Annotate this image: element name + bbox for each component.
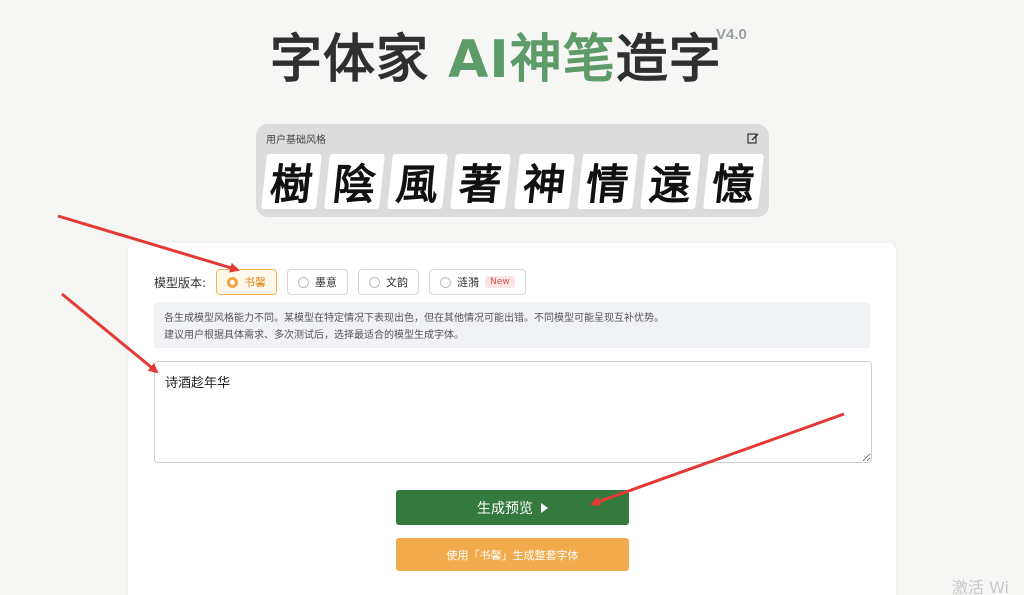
radio-selected-icon (227, 276, 239, 288)
edit-icon[interactable] (747, 132, 759, 144)
model-version-row: 模型版本: 书馨 墨意 文韵 涟漪 New (154, 269, 526, 295)
glyph-tile: 陰 (324, 154, 386, 209)
new-badge: New (485, 276, 515, 288)
model-option-label: 涟漪 (457, 276, 480, 289)
windows-activation-watermark: 激活 Wi (952, 578, 1010, 595)
model-option-label: 墨意 (315, 276, 338, 289)
glyph-tile: 神 (513, 154, 575, 209)
generate-full-font-label: 使用「书馨」生成整套字体 (446, 548, 579, 562)
note-line-1: 各生成模型风格能力不同。某模型在特定情况下表现出色，但在其他情况可能出错。不同模… (164, 313, 664, 324)
radio-icon (369, 276, 381, 288)
model-option-lianyi[interactable]: 涟漪 New (429, 269, 526, 295)
model-option-moyi[interactable]: 墨意 (287, 269, 349, 295)
model-note: 各生成模型风格能力不同。某模型在特定情况下表现出色，但在其他情况可能出错。不同模… (154, 302, 870, 348)
note-line-2: 建议用户根据具体需求、多次测试后，选择最适合的模型生成字体。 (164, 330, 464, 341)
model-option-wenyun[interactable]: 文韵 (358, 269, 420, 295)
radio-icon (298, 276, 310, 288)
glyph-tile: 樹 (261, 154, 323, 209)
title-accent: AI神笔 (448, 30, 616, 90)
version-label: V4.0 (716, 26, 747, 43)
generate-full-font-button[interactable]: 使用「书馨」生成整套字体 (396, 538, 629, 571)
title-part1: 字体家 (270, 30, 449, 90)
model-version-label: 模型版本: (154, 275, 207, 290)
glyph-tile: 憶 (702, 154, 764, 209)
title-part2: 造字 (615, 30, 722, 90)
radio-icon (440, 276, 452, 288)
model-option-shuxin[interactable]: 书馨 (216, 269, 278, 295)
model-option-label: 书馨 (244, 276, 267, 289)
glyph-tile: 情 (576, 154, 638, 209)
glyph-tile: 著 (450, 154, 512, 209)
glyph-tile: 風 (387, 154, 449, 209)
generator-card: 模型版本: 书馨 墨意 文韵 涟漪 New 各生成模型风格能力不同。某模型在特定… (128, 243, 896, 595)
model-option-label: 文韵 (386, 276, 409, 289)
glyph-list: 樹 陰 風 著 神 情 遠 憶 (261, 154, 764, 209)
glyph-tile: 遠 (639, 154, 701, 209)
play-icon (541, 502, 548, 513)
generate-preview-button[interactable]: 生成预览 (396, 490, 629, 525)
text-input[interactable]: 诗酒趁年华 (154, 361, 872, 463)
generate-preview-label: 生成预览 (477, 500, 533, 517)
base-style-label: 用户基础风格 (266, 134, 326, 146)
base-style-panel: 用户基础风格 樹 陰 風 著 神 情 遠 憶 (256, 124, 769, 217)
app-title: 字体家 AI神笔造字 (270, 28, 722, 92)
